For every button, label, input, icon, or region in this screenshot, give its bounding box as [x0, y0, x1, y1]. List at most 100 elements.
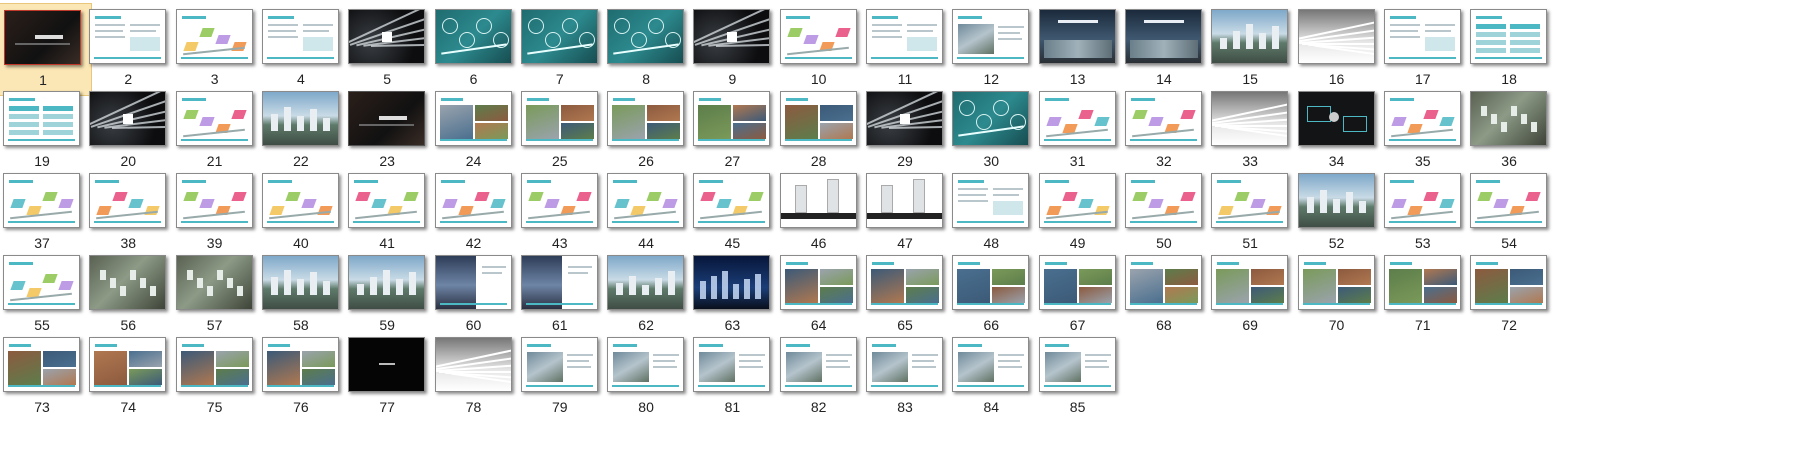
slide-preview-image: [3, 91, 80, 146]
slide-thumbnail-25[interactable]: 25: [510, 85, 610, 178]
slide-thumbnail-63[interactable]: 63: [682, 249, 782, 342]
slide-thumbnail-32[interactable]: 32: [1114, 85, 1214, 178]
slide-thumbnail-52[interactable]: 52: [1287, 167, 1387, 260]
slide-thumbnail-4[interactable]: 4: [251, 3, 351, 96]
slide-thumbnail-44[interactable]: 44: [596, 167, 696, 260]
slide-thumbnail-51[interactable]: 51: [1200, 167, 1300, 260]
slide-thumbnail-77[interactable]: 77: [337, 331, 437, 424]
slide-preview-image: [1211, 173, 1289, 228]
slide-thumbnail-53[interactable]: 53: [1373, 167, 1473, 260]
slide-thumbnail-62[interactable]: 62: [596, 249, 696, 342]
slide-thumbnail-18[interactable]: 18: [1459, 3, 1559, 96]
slide-preview-image: [4, 10, 81, 65]
slide-thumbnail-21[interactable]: 21: [165, 85, 265, 178]
slide-preview-image: [520, 173, 598, 228]
slide-thumbnail-79[interactable]: 79: [510, 331, 610, 424]
slide-thumbnail-72[interactable]: 72: [1459, 249, 1559, 342]
slide-thumbnail-3[interactable]: 3: [165, 3, 265, 96]
slide-thumbnail-59[interactable]: 59: [337, 249, 437, 342]
slide-thumbnail-85[interactable]: 85: [1028, 331, 1128, 424]
slide-thumbnail-84[interactable]: 84: [941, 331, 1041, 424]
slide-preview-image: [779, 255, 857, 310]
slide-thumbnail-29[interactable]: 29: [855, 85, 955, 178]
slide-thumbnail-74[interactable]: 74: [78, 331, 178, 424]
slide-preview-image: [1038, 91, 1116, 146]
slide-thumbnail-33[interactable]: 33: [1200, 85, 1300, 178]
slide-thumbnail-30[interactable]: 30: [941, 85, 1041, 178]
slide-thumbnail-5[interactable]: 5: [337, 3, 437, 96]
slide-thumbnail-28[interactable]: 28: [769, 85, 869, 178]
slide-thumbnail-65[interactable]: 65: [855, 249, 955, 342]
slide-sorter-grid: 1 2 3 4 5 6 7 8 9 10 11 12 13 14 15 16 17 18 19 20 21 22 23 24 2…: [0, 0, 1816, 471]
slide-thumbnail-13[interactable]: 13: [1028, 3, 1128, 96]
slide-thumbnail-41[interactable]: 41: [337, 167, 437, 260]
slide-thumbnail-60[interactable]: 60: [424, 249, 524, 342]
slide-thumbnail-36[interactable]: 36: [1459, 85, 1559, 178]
slide-thumbnail-45[interactable]: 45: [682, 167, 782, 260]
slide-preview-image: [89, 91, 167, 146]
slide-thumbnail-26[interactable]: 26: [596, 85, 696, 178]
slide-thumbnail-22[interactable]: 22: [251, 85, 351, 178]
slide-thumbnail-71[interactable]: 71: [1373, 249, 1473, 342]
slide-thumbnail-56[interactable]: 56: [78, 249, 178, 342]
slide-preview-image: [434, 9, 512, 64]
slide-thumbnail-34[interactable]: 34: [1287, 85, 1387, 178]
slide-thumbnail-75[interactable]: 75: [165, 331, 265, 424]
slide-thumbnail-48[interactable]: 48: [941, 167, 1041, 260]
slide-thumbnail-40[interactable]: 40: [251, 167, 351, 260]
slide-preview-image: [1211, 255, 1289, 310]
slide-thumbnail-42[interactable]: 42: [424, 167, 524, 260]
slide-thumbnail-31[interactable]: 31: [1028, 85, 1128, 178]
slide-thumbnail-43[interactable]: 43: [510, 167, 610, 260]
slide-thumbnail-50[interactable]: 50: [1114, 167, 1214, 260]
slide-thumbnail-66[interactable]: 66: [941, 249, 1041, 342]
slide-thumbnail-68[interactable]: 68: [1114, 249, 1214, 342]
slide-thumbnail-24[interactable]: 24: [424, 85, 524, 178]
slide-thumbnail-49[interactable]: 49: [1028, 167, 1128, 260]
slide-thumbnail-81[interactable]: 81: [682, 331, 782, 424]
slide-thumbnail-10[interactable]: 10: [769, 3, 869, 96]
slide-thumbnail-38[interactable]: 38: [78, 167, 178, 260]
slide-thumbnail-64[interactable]: 64: [769, 249, 869, 342]
slide-thumbnail-15[interactable]: 15: [1200, 3, 1300, 96]
slide-thumbnail-17[interactable]: 17: [1373, 3, 1473, 96]
slide-thumbnail-35[interactable]: 35: [1373, 85, 1473, 178]
slide-preview-image: [607, 91, 685, 146]
slide-thumbnail-78[interactable]: 78: [424, 331, 524, 424]
slide-thumbnail-16[interactable]: 16: [1287, 3, 1387, 96]
slide-thumbnail-70[interactable]: 70: [1287, 249, 1387, 342]
slide-thumbnail-47[interactable]: 47: [855, 167, 955, 260]
slide-thumbnail-9[interactable]: 9: [682, 3, 782, 96]
slide-thumbnail-61[interactable]: 61: [510, 249, 610, 342]
slide-thumbnail-20[interactable]: 20: [78, 85, 178, 178]
slide-number-label: 83: [897, 399, 913, 415]
slide-thumbnail-83[interactable]: 83: [855, 331, 955, 424]
slide-preview-image: [434, 91, 512, 146]
slide-thumbnail-69[interactable]: 69: [1200, 249, 1300, 342]
slide-thumbnail-76[interactable]: 76: [251, 331, 351, 424]
slide-thumbnail-67[interactable]: 67: [1028, 249, 1128, 342]
slide-thumbnail-23[interactable]: 23: [337, 85, 437, 178]
slide-preview-image: [1470, 173, 1548, 228]
slide-thumbnail-11[interactable]: 11: [855, 3, 955, 96]
slide-thumbnail-12[interactable]: 12: [941, 3, 1041, 96]
slide-thumbnail-27[interactable]: 27: [682, 85, 782, 178]
slide-preview-image: [261, 9, 339, 64]
slide-thumbnail-8[interactable]: 8: [596, 3, 696, 96]
slide-thumbnail-54[interactable]: 54: [1459, 167, 1559, 260]
slide-preview-image: [1038, 173, 1116, 228]
slide-thumbnail-2[interactable]: 2: [78, 3, 178, 96]
slide-thumbnail-6[interactable]: 6: [424, 3, 524, 96]
slide-preview-image: [261, 337, 339, 392]
slide-thumbnail-58[interactable]: 58: [251, 249, 351, 342]
slide-preview-image: [1383, 9, 1461, 64]
slide-thumbnail-80[interactable]: 80: [596, 331, 696, 424]
slide-thumbnail-7[interactable]: 7: [510, 3, 610, 96]
slide-thumbnail-14[interactable]: 14: [1114, 3, 1214, 96]
slide-preview-image: [261, 255, 339, 310]
slide-thumbnail-82[interactable]: 82: [769, 331, 869, 424]
slide-thumbnail-57[interactable]: 57: [165, 249, 265, 342]
slide-thumbnail-39[interactable]: 39: [165, 167, 265, 260]
slide-thumbnail-46[interactable]: 46: [769, 167, 869, 260]
slide-preview-image: [175, 337, 253, 392]
